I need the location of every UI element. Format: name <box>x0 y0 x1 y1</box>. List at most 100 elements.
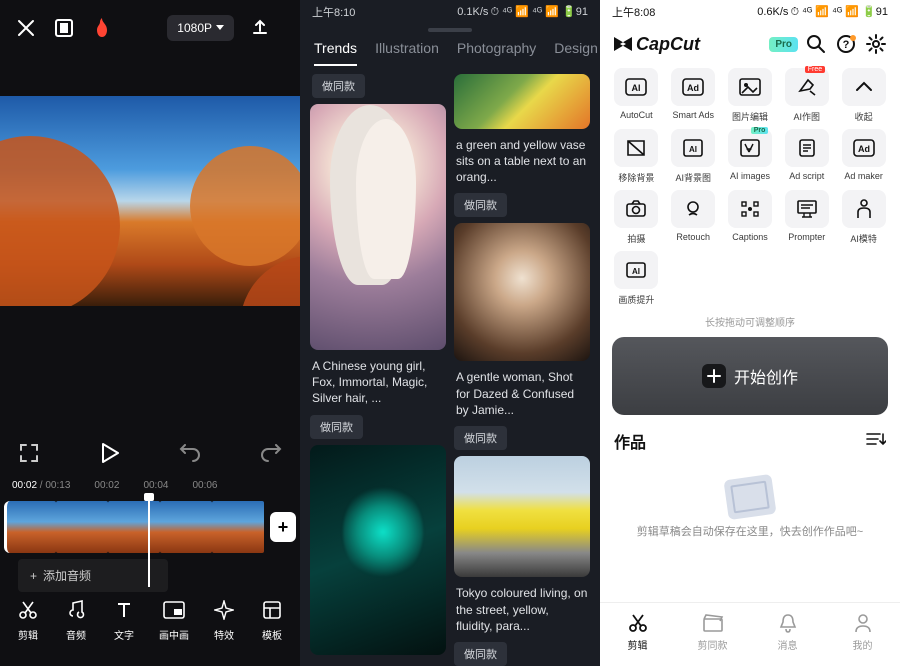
svg-text:Ad: Ad <box>858 144 870 154</box>
cell-ai-images[interactable]: ProAI images <box>724 129 777 184</box>
add-clip-button[interactable]: + <box>270 512 296 542</box>
tool-label: 模板 <box>262 627 282 642</box>
cell-ai-model[interactable]: AI模特 <box>837 190 890 245</box>
clip-thumb[interactable] <box>108 501 160 553</box>
undo-icon[interactable] <box>177 440 203 466</box>
cell-autocut[interactable]: AIAutoCut <box>610 68 663 123</box>
redo-icon[interactable] <box>258 440 284 466</box>
nav-messages[interactable]: 消息 <box>750 603 825 666</box>
status-icons: ⏱ ⁴ᴳ 📶 ⁴ᴳ 📶 🔋91 <box>790 5 888 19</box>
bottom-nav: 剪辑 剪同款 消息 我的 <box>600 602 900 666</box>
status-time: 上午8:08 <box>612 4 655 20</box>
time-current: 00:02 <box>12 480 37 491</box>
cell-captions[interactable]: Captions <box>724 190 777 245</box>
sort-icon[interactable] <box>866 432 886 451</box>
add-audio-label: 添加音频 <box>43 567 91 584</box>
text-icon <box>111 597 137 623</box>
search-icon[interactable] <box>804 32 828 56</box>
tab-trends[interactable]: Trends <box>314 40 357 66</box>
time-total: 00:13 <box>45 480 70 491</box>
cell-collapse[interactable]: 收起 <box>837 68 890 123</box>
nav-edit[interactable]: 剪辑 <box>600 603 675 666</box>
cell-ai-bg[interactable]: AIAI背景图 <box>667 129 720 184</box>
plus-icon: + <box>30 569 37 583</box>
chevron-down-icon <box>216 25 224 31</box>
clapper-icon <box>701 611 725 635</box>
feed-image[interactable] <box>454 74 590 129</box>
help-icon[interactable]: ? <box>834 32 858 56</box>
user-icon <box>851 611 875 635</box>
cell-retouch[interactable]: Retouch <box>667 190 720 245</box>
start-create-button[interactable]: 开始创作 <box>612 337 888 415</box>
tab-illustration[interactable]: Illustration <box>375 40 439 66</box>
tool-effects[interactable]: 特效 <box>211 597 237 642</box>
tab-design[interactable]: Design <box>554 40 598 66</box>
sheet-handle[interactable] <box>428 28 472 32</box>
empty-state: 剪辑草稿会自动保存在这里，快去创作作品吧~ <box>600 457 900 602</box>
bell-icon <box>776 611 800 635</box>
nav-same-style[interactable]: 剪同款 <box>675 603 750 666</box>
video-preview[interactable] <box>0 96 300 306</box>
feed-image[interactable] <box>454 456 590 577</box>
nav-label: 我的 <box>853 637 873 652</box>
pro-badge[interactable]: Pro <box>769 37 798 52</box>
clip-thumb[interactable] <box>4 501 56 553</box>
cell-enhance[interactable]: AI画质提升 <box>610 251 663 306</box>
svg-text:Ad: Ad <box>687 83 699 93</box>
editor-top-bar: 1080P <box>0 0 300 56</box>
clip-thumb[interactable] <box>56 501 108 553</box>
same-style-button[interactable]: 做同款 <box>312 74 365 98</box>
time-mark: 00:02 <box>94 480 119 491</box>
export-icon[interactable] <box>248 16 272 40</box>
tool-template[interactable]: 模板 <box>259 597 285 642</box>
tool-text[interactable]: 文字 <box>111 597 137 642</box>
cell-ad-script[interactable]: Ad script <box>780 129 833 184</box>
feed[interactable]: 做同款 A Chinese young girl, Fox, Immortal,… <box>300 74 600 666</box>
tool-pip[interactable]: 画中画 <box>159 597 189 642</box>
resolution-button[interactable]: 1080P <box>167 15 234 41</box>
works-label: 作品 <box>614 429 646 453</box>
tool-audio[interactable]: 音频 <box>63 597 89 642</box>
clip-thumb[interactable] <box>160 501 212 553</box>
feed-image[interactable] <box>310 445 446 655</box>
nav-label: 消息 <box>778 637 798 652</box>
cell-image-edit[interactable]: 图片编辑 <box>724 68 777 123</box>
empty-text: 剪辑草稿会自动保存在这里，快去创作作品吧~ <box>617 525 883 540</box>
same-style-button[interactable]: 做同款 <box>310 415 363 439</box>
timeline[interactable]: + + 添加音频 <box>0 497 300 587</box>
feed-caption: Tokyo coloured living, on the street, ye… <box>454 583 590 636</box>
clip-track[interactable]: + <box>0 501 300 553</box>
cell-prompter[interactable]: Prompter <box>780 190 833 245</box>
aspect-ratio-icon[interactable] <box>52 16 76 40</box>
add-audio-button[interactable]: + 添加音频 <box>18 559 168 592</box>
cell-ai-draw[interactable]: FreeAI作图 <box>780 68 833 123</box>
cell-remove-bg[interactable]: 移除背景 <box>610 129 663 184</box>
free-tag: Free <box>805 66 825 73</box>
home-panel: 上午8:08 0.6K/s ⏱ ⁴ᴳ 📶 ⁴ᴳ 📶 🔋91 CapCut Pro… <box>600 0 900 666</box>
playhead[interactable] <box>148 497 150 587</box>
nav-mine[interactable]: 我的 <box>825 603 900 666</box>
nav-label: 剪辑 <box>628 637 648 652</box>
status-net: 0.1K/s <box>457 6 488 18</box>
settings-icon[interactable] <box>864 32 888 56</box>
same-style-button[interactable]: 做同款 <box>454 426 507 450</box>
play-icon[interactable] <box>97 440 123 466</box>
start-label: 开始创作 <box>734 364 798 388</box>
cell-smart-ads[interactable]: AdSmart Ads <box>667 68 720 123</box>
fullscreen-icon[interactable] <box>16 440 42 466</box>
category-tabs: Trends Illustration Photography Design <box>300 40 600 74</box>
clip-thumb[interactable] <box>212 501 264 553</box>
same-style-button[interactable]: 做同款 <box>454 642 507 666</box>
template-icon <box>259 597 285 623</box>
feed-image[interactable] <box>310 104 446 350</box>
same-style-button[interactable]: 做同款 <box>454 193 507 217</box>
status-time: 上午8:10 <box>312 4 355 20</box>
cell-ad-maker[interactable]: AdAd maker <box>837 129 890 184</box>
flame-icon[interactable] <box>90 16 114 40</box>
cell-shoot[interactable]: 拍摄 <box>610 190 663 245</box>
close-icon[interactable] <box>14 16 38 40</box>
feed-image[interactable] <box>454 223 590 361</box>
tool-clip[interactable]: 剪辑 <box>15 597 41 642</box>
tab-photography[interactable]: Photography <box>457 40 536 66</box>
pro-tag: Pro <box>751 127 769 134</box>
